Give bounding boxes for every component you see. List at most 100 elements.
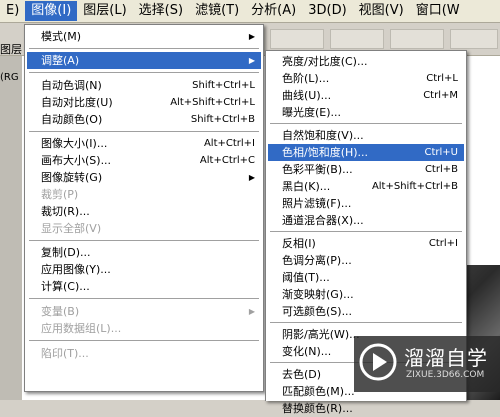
- watermark: 溜溜自学 ZIXUE.3D66.COM: [354, 336, 500, 392]
- menu-item-crop: 裁剪(P): [27, 186, 261, 203]
- menu-item-label: 画布大小(S)...: [41, 154, 112, 167]
- menu-item-brightness-contrast[interactable]: 亮度/对比度(C)...: [268, 53, 464, 70]
- menu-separator: [29, 48, 259, 50]
- menu-item-exposure[interactable]: 曝光度(E)...: [268, 104, 464, 121]
- menu-layer[interactable]: 图层(L): [77, 1, 132, 21]
- menu-item-shortcut: Shift+Ctrl+B: [190, 114, 255, 125]
- menu-item-label: 色相/饱和度(H)...: [282, 146, 369, 159]
- menu-item-shortcut: Shift+Ctrl+L: [192, 80, 255, 91]
- menu-item-selective-color[interactable]: 可选颜色(S)...: [268, 303, 464, 320]
- menu-separator: [270, 322, 462, 324]
- menu-item-invert[interactable]: 反相(I) Ctrl+I: [268, 235, 464, 252]
- menu-item-label: 模式(M): [41, 30, 82, 43]
- toolbar-button[interactable]: [450, 29, 498, 49]
- menu-item-shortcut: Ctrl+M: [423, 90, 458, 101]
- menu-item-shortcut: Ctrl+U: [424, 147, 459, 158]
- menu-item-shortcut: Alt+Shift+Ctrl+B: [371, 181, 458, 192]
- menu-item-label: 变化(N)...: [282, 345, 332, 358]
- menu-item-curves[interactable]: 曲线(U)... Ctrl+M: [268, 87, 464, 104]
- document-mode-label: (RG: [0, 72, 19, 83]
- menu-item-trap: 陷印(T)...: [27, 345, 261, 362]
- menu-item-image-rotation[interactable]: 图像旋转(G) ▶: [27, 169, 261, 186]
- menu-item-auto-contrast[interactable]: 自动对比度(U) Alt+Shift+Ctrl+L: [27, 94, 261, 111]
- menu-item-label: 色阶(L)...: [282, 72, 330, 85]
- watermark-title: 溜溜自学: [404, 346, 488, 370]
- menu-item-label: 计算(C)...: [41, 280, 90, 293]
- menu-separator: [29, 298, 259, 300]
- menu-item-label: 可选颜色(S)...: [282, 305, 353, 318]
- menu-item-label: 自动颜色(O): [41, 113, 103, 126]
- menu-item-label: 曝光度(E)...: [282, 106, 342, 119]
- menu-item-levels[interactable]: 色阶(L)... Ctrl+L: [268, 70, 464, 87]
- menu-item-mode[interactable]: 模式(M) ▶: [27, 28, 261, 45]
- menu-item-label: 图像大小(I)...: [41, 137, 108, 150]
- menu-item-posterize[interactable]: 色调分离(P)...: [268, 252, 464, 269]
- submenu-arrow-icon: ▶: [248, 173, 255, 182]
- menu-item-label: 照片滤镜(F)...: [282, 197, 352, 210]
- menu-item-label: 复制(D)...: [41, 246, 91, 259]
- menu-item-label: 裁剪(P): [41, 188, 79, 201]
- menu-item-label: 图像旋转(G): [41, 171, 103, 184]
- menu-item-calculations[interactable]: 计算(C)...: [27, 278, 261, 295]
- menu-item-label: 显示全部(V): [41, 222, 102, 235]
- menu-image[interactable]: 图像(I): [25, 1, 78, 21]
- menu-item-auto-color[interactable]: 自动颜色(O) Shift+Ctrl+B: [27, 111, 261, 128]
- menu-item-shortcut: Alt+Shift+Ctrl+L: [170, 97, 255, 108]
- menu-item-trim[interactable]: 裁切(R)...: [27, 203, 261, 220]
- menu-item-gradient-map[interactable]: 渐变映射(G)...: [268, 286, 464, 303]
- menu-item-hue-saturation[interactable]: 色相/饱和度(H)... Ctrl+U: [268, 144, 464, 161]
- menubar: E) 图像(I) 图层(L) 选择(S) 滤镜(T) 分析(A) 3D(D) 视…: [0, 0, 500, 23]
- menu-item-label: 变量(B): [41, 305, 80, 318]
- menu-item-adjust[interactable]: 调整(A) ▶: [27, 52, 261, 69]
- menu-item-label: 调整(A): [41, 54, 80, 67]
- image-menu: 模式(M) ▶ 调整(A) ▶ 自动色调(N) Shift+Ctrl+L 自动对…: [24, 24, 264, 392]
- menu-item-threshold[interactable]: 阈值(T)...: [268, 269, 464, 286]
- menu-select[interactable]: 选择(S): [133, 1, 189, 21]
- toolbar-button[interactable]: [270, 29, 324, 49]
- menu-item-photo-filter[interactable]: 照片滤镜(F)...: [268, 195, 464, 212]
- menu-item-shortcut: Ctrl+I: [428, 238, 458, 249]
- menu-separator: [29, 131, 259, 133]
- menu-item-label: 阴影/高光(W)...: [282, 328, 360, 341]
- menu-separator: [270, 123, 462, 125]
- toolbar-button[interactable]: [390, 29, 444, 49]
- menu-item-canvas-size[interactable]: 画布大小(S)... Alt+Ctrl+C: [27, 152, 261, 169]
- menu-analysis[interactable]: 分析(A): [245, 1, 302, 21]
- menu-item-duplicate[interactable]: 复制(D)...: [27, 244, 261, 261]
- menu-separator: [29, 340, 259, 342]
- menu-view[interactable]: 视图(V): [353, 1, 410, 21]
- menu-item-vibrance[interactable]: 自然饱和度(V)...: [268, 127, 464, 144]
- submenu-arrow-icon: ▶: [248, 56, 255, 65]
- menu-item-variables: 变量(B) ▶: [27, 303, 261, 320]
- menu-window[interactable]: 窗口(W: [410, 1, 466, 21]
- menu-item-black-white[interactable]: 黑白(K)... Alt+Shift+Ctrl+B: [268, 178, 464, 195]
- menu-item-reveal-all: 显示全部(V): [27, 220, 261, 237]
- menu-item-label: 自动色调(N): [41, 79, 102, 92]
- menu-item-shortcut: Ctrl+L: [426, 73, 458, 84]
- submenu-arrow-icon: ▶: [248, 307, 255, 316]
- menu-item-auto-tone[interactable]: 自动色调(N) Shift+Ctrl+L: [27, 77, 261, 94]
- menu-item-label: 通道混合器(X)...: [282, 214, 364, 227]
- menu-item-label: 应用图像(Y)...: [41, 263, 111, 276]
- menu-item-label: 反相(I): [282, 237, 316, 250]
- menu-item-replace-color[interactable]: 替换颜色(R)...: [268, 400, 464, 417]
- menu-item-label: 裁切(R)...: [41, 205, 90, 218]
- toolbar-label: 图层: [0, 43, 22, 56]
- menu-item-label: 色调分离(P)...: [282, 254, 352, 267]
- menu-item-channel-mixer[interactable]: 通道混合器(X)...: [268, 212, 464, 229]
- menu-item-image-size[interactable]: 图像大小(I)... Alt+Ctrl+I: [27, 135, 261, 152]
- menu-filter[interactable]: 滤镜(T): [189, 1, 245, 21]
- menu-separator: [29, 72, 259, 74]
- menu-item-label: 阈值(T)...: [282, 271, 330, 284]
- menu-item-label: 匹配颜色(M)...: [282, 385, 355, 398]
- menu-item-apply-data-set: 应用数据组(L)...: [27, 320, 261, 337]
- toolbar-button[interactable]: [330, 29, 384, 49]
- menu-edit[interactable]: E): [0, 1, 25, 21]
- menu-item-apply-image[interactable]: 应用图像(Y)...: [27, 261, 261, 278]
- menu-item-label: 渐变映射(G)...: [282, 288, 354, 301]
- menu-item-label: 陷印(T)...: [41, 347, 89, 360]
- menu-item-label: 色彩平衡(B)...: [282, 163, 353, 176]
- menu-item-label: 自动对比度(U): [41, 96, 113, 109]
- menu-3d[interactable]: 3D(D): [302, 1, 352, 21]
- menu-item-color-balance[interactable]: 色彩平衡(B)... Ctrl+B: [268, 161, 464, 178]
